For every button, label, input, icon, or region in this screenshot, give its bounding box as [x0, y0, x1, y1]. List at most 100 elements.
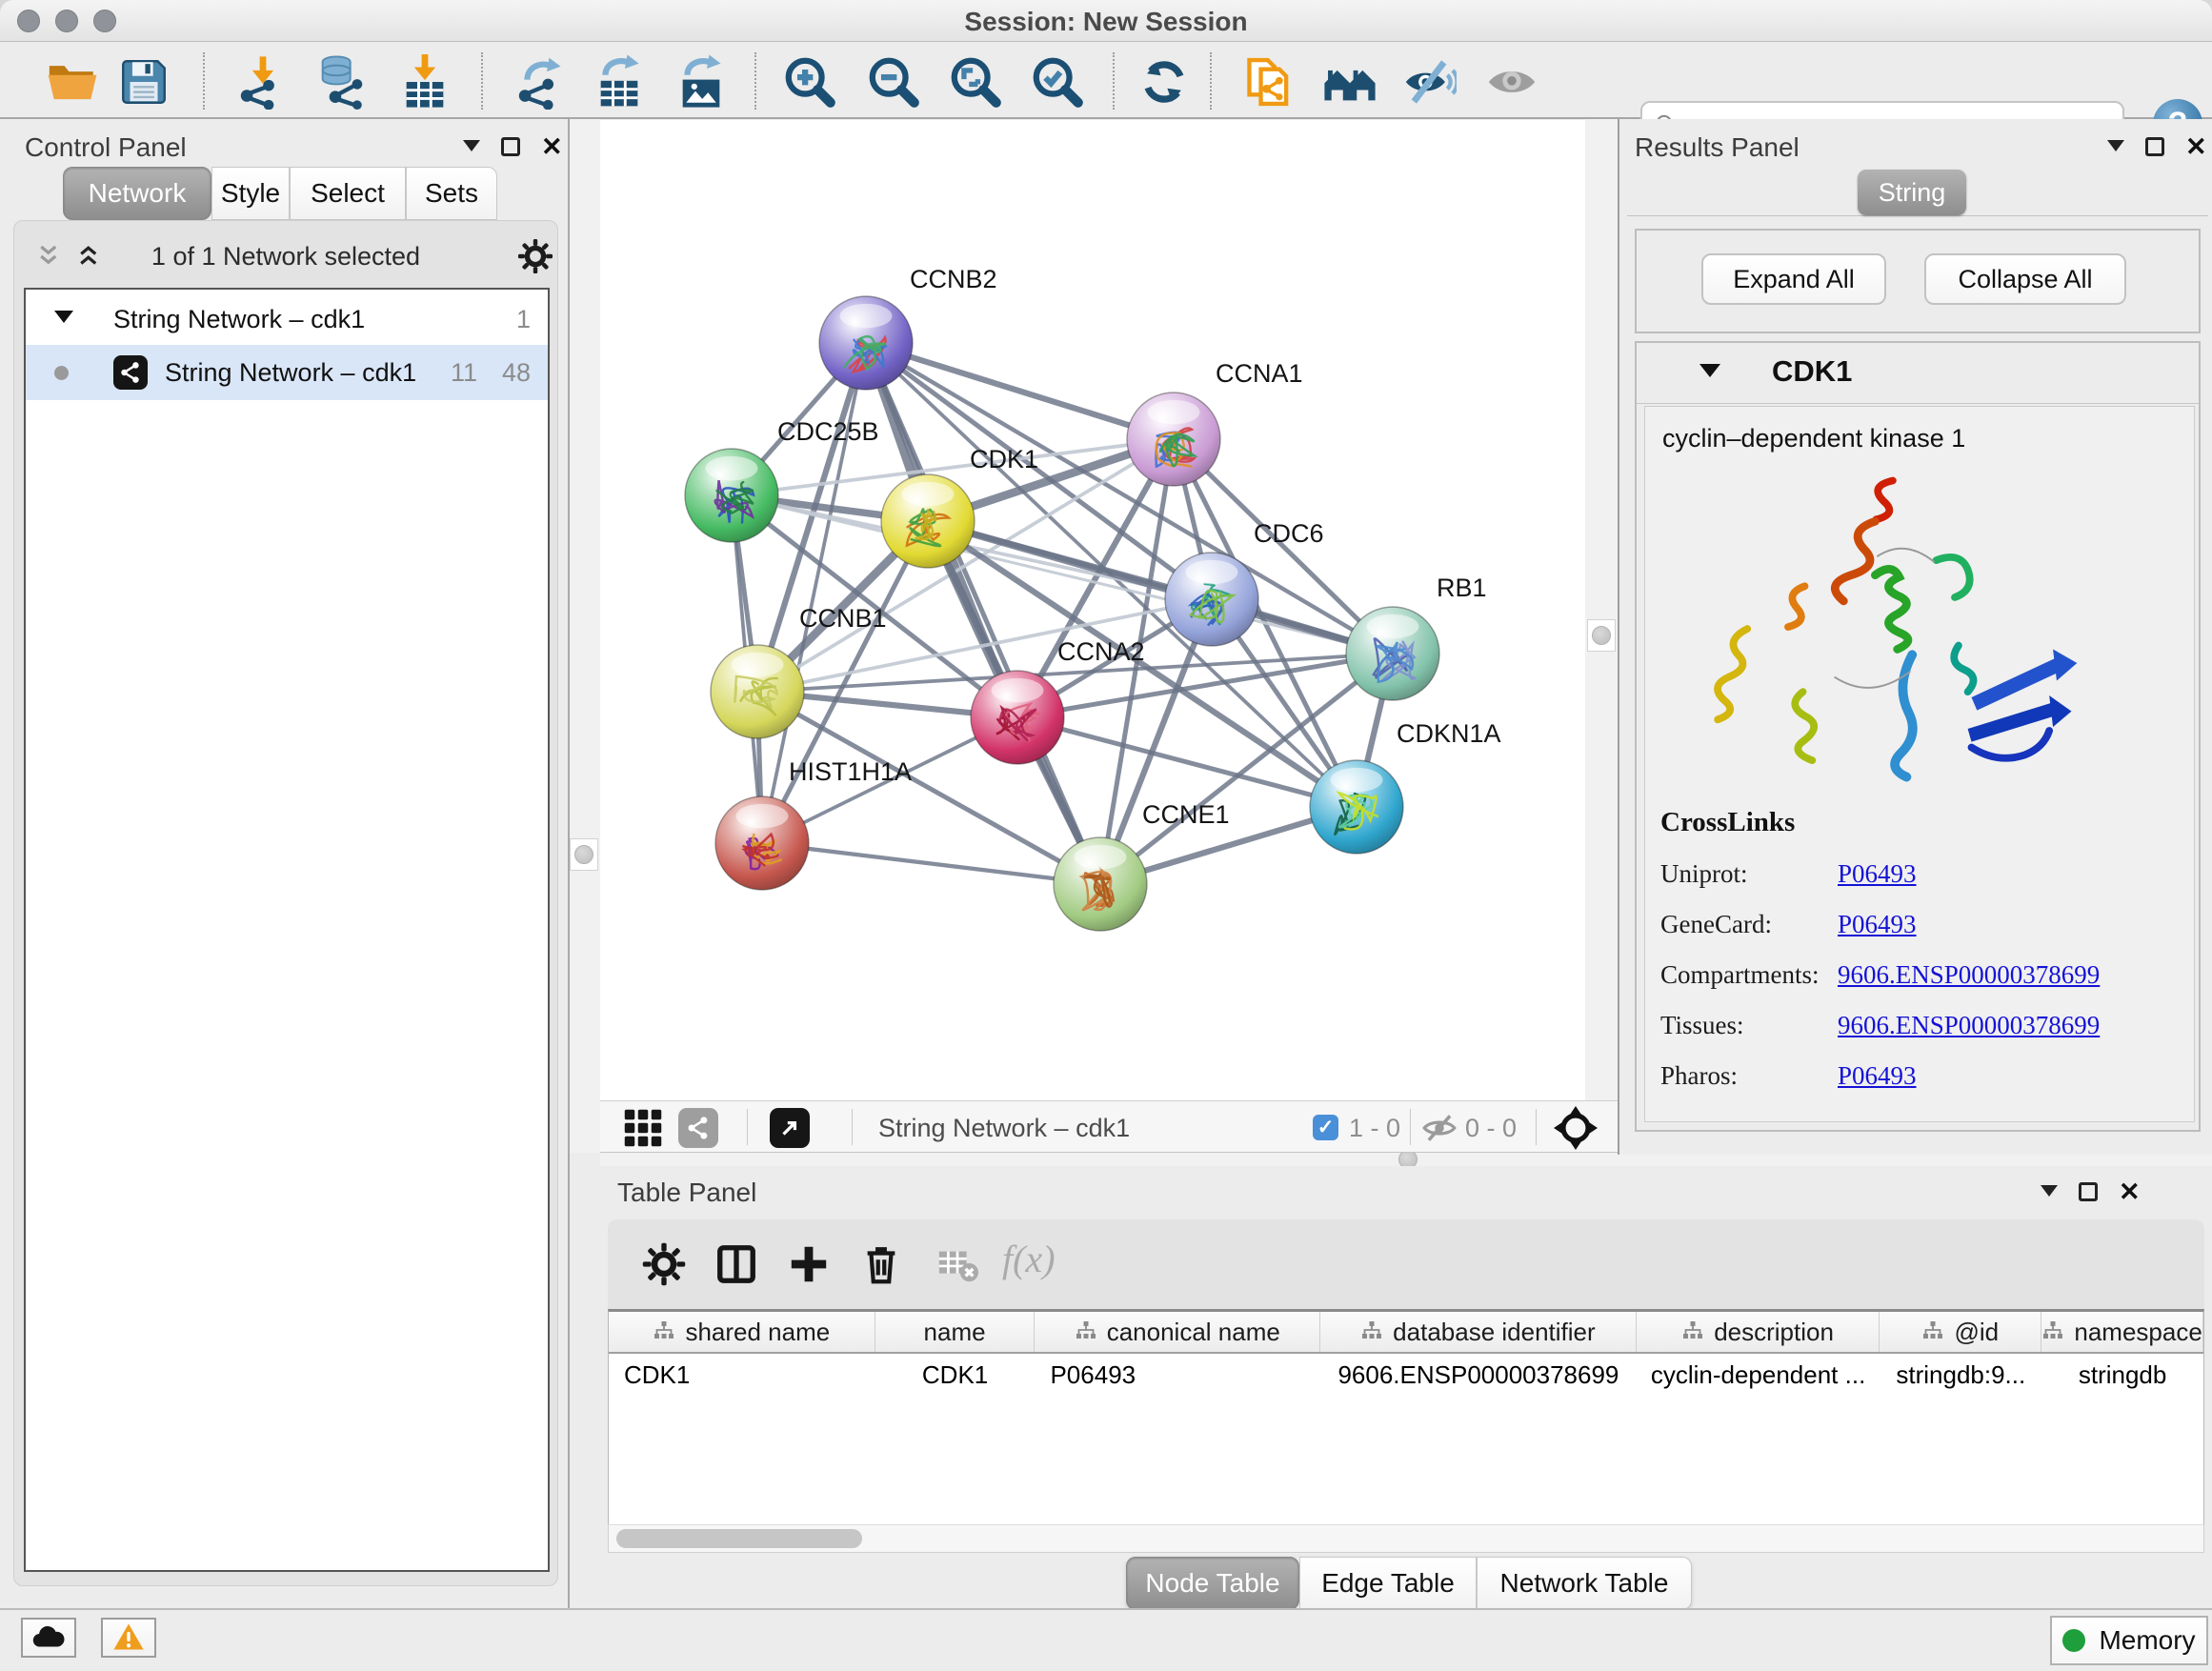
network-edge[interactable]	[762, 843, 1100, 884]
column-type-icon	[2041, 1321, 2064, 1342]
right-splitter[interactable]	[1585, 119, 1618, 1153]
show-columns-icon[interactable]	[714, 1242, 758, 1286]
table-horizontal-scrollbar[interactable]	[608, 1524, 2204, 1553]
scrollbar-thumb[interactable]	[616, 1529, 862, 1548]
network-view-icon[interactable]	[678, 1108, 718, 1148]
export-image-button[interactable]	[674, 54, 729, 110]
export-table-button[interactable]	[592, 54, 647, 110]
crosslink-row: Pharos:P06493	[1660, 1061, 2181, 1091]
import-network-from-file-button[interactable]	[235, 54, 291, 110]
create-network-from-selection-button[interactable]	[1241, 54, 1297, 110]
splitter-handle[interactable]	[570, 838, 598, 871]
table-settings-gear-icon[interactable]	[642, 1242, 686, 1286]
zoom-selected-button[interactable]	[1030, 54, 1085, 110]
left-splitter[interactable]	[570, 119, 600, 1153]
node-table[interactable]: shared name name canonical namedatabase id…	[608, 1309, 2204, 1553]
column-header-shared-name[interactable]: shared name	[609, 1312, 875, 1352]
import-table-from-file-button[interactable]	[397, 54, 452, 110]
detach-view-icon[interactable]	[770, 1108, 810, 1148]
memory-label: Memory	[2099, 1625, 2195, 1656]
column-header-canonical-name[interactable]: canonical name	[1035, 1312, 1320, 1352]
crosslink-value-link[interactable]: 9606.ENSP00000378699	[1838, 1011, 2100, 1040]
network-view-title: String Network – cdk1	[878, 1114, 1130, 1143]
delete-table-icon[interactable]	[935, 1242, 979, 1286]
table-cell[interactable]: P06493	[1035, 1354, 1320, 1396]
warnings-button[interactable]	[101, 1618, 156, 1658]
column-header-database-identifier[interactable]: database identifier	[1320, 1312, 1637, 1352]
network-tree-root-row[interactable]: String Network – cdk1 1	[26, 295, 548, 345]
refresh-button[interactable]	[1136, 54, 1192, 110]
collapse-all-button[interactable]: Collapse All	[1924, 253, 2126, 305]
open-session-button[interactable]	[45, 54, 100, 110]
tab-network-table[interactable]: Network Table	[1477, 1557, 1692, 1610]
column-header-namespace[interactable]: namespace	[2041, 1312, 2203, 1352]
show-all-button[interactable]	[1484, 54, 1539, 110]
crosslink-value-link[interactable]: P06493	[1838, 910, 1917, 939]
panel-close-icon[interactable]: ✕	[2185, 137, 2207, 156]
tab-node-table[interactable]: Node Table	[1126, 1557, 1299, 1610]
table-cell[interactable]: cyclin-dependent ...	[1637, 1354, 1880, 1396]
crosslink-value-link[interactable]: 9606.ENSP00000378699	[1838, 960, 2100, 990]
cloud-status-button[interactable]	[21, 1618, 76, 1658]
zoom-fit-button[interactable]	[948, 54, 1003, 110]
splitter-handle[interactable]	[1587, 619, 1616, 652]
selected-checkbox-icon[interactable]: ✓	[1313, 1115, 1338, 1140]
first-neighbors-button[interactable]	[1322, 54, 1377, 110]
panel-float-icon[interactable]	[501, 137, 520, 156]
column-header--id[interactable]: @id	[1880, 1312, 2041, 1352]
table-row[interactable]: CDK1CDK1P064939606.ENSP00000378699cyclin…	[609, 1354, 2203, 1396]
zoom-in-button[interactable]	[782, 54, 837, 110]
crosslinks-heading: CrossLinks	[1660, 807, 2181, 838]
section-collapse-arrow-icon[interactable]	[1699, 364, 1720, 388]
table-cell[interactable]: CDK1	[875, 1354, 1036, 1396]
grid-view-icon[interactable]	[623, 1108, 663, 1148]
tab-sets[interactable]: Sets	[406, 167, 497, 220]
crosslink-value-link[interactable]: P06493	[1838, 1061, 1917, 1091]
horizontal-splitter[interactable]	[600, 1153, 2212, 1166]
tree-root-count: 1	[516, 305, 531, 334]
table-cell[interactable]: CDK1	[609, 1354, 875, 1396]
node-gloss-highlight	[732, 653, 784, 676]
panel-collapse-icon[interactable]	[2041, 1185, 2058, 1205]
hide-selection-button[interactable]	[1401, 54, 1457, 110]
add-column-icon[interactable]	[787, 1242, 831, 1286]
node-label-ccna1: CCNA1	[1216, 359, 1303, 388]
main-toolbar: ?	[0, 43, 2212, 119]
gear-icon[interactable]	[517, 238, 553, 274]
network-tree-child-row[interactable]: String Network – cdk1 11 48	[26, 345, 548, 400]
panel-close-icon[interactable]: ✕	[541, 137, 563, 156]
save-session-button[interactable]	[116, 54, 171, 110]
zoom-out-button[interactable]	[866, 54, 921, 110]
column-header-label: name	[924, 1318, 986, 1347]
table-cell[interactable]: 9606.ENSP00000378699	[1320, 1354, 1637, 1396]
panel-close-icon[interactable]: ✕	[2119, 1182, 2141, 1201]
tree-expand-arrow-icon[interactable]	[54, 311, 73, 332]
selected-nodes-edges-count: 1 - 0	[1349, 1114, 1400, 1143]
tab-select[interactable]: Select	[290, 167, 406, 220]
memory-button[interactable]: Memory	[2050, 1616, 2208, 1665]
table-cell[interactable]: stringdb	[2041, 1354, 2203, 1396]
birds-eye-view-icon[interactable]	[1553, 1105, 1599, 1151]
column-header-description[interactable]: description	[1637, 1312, 1880, 1352]
network-edge[interactable]	[866, 343, 1174, 439]
expand-all-button[interactable]: Expand All	[1701, 253, 1886, 305]
node-label-ccnb2: CCNB2	[910, 265, 997, 293]
delete-column-icon[interactable]	[859, 1242, 903, 1286]
network-canvas[interactable]: CCNB2CCNA1CDC25BCDK1CDC6RB1CCNB1CCNA2CDK…	[600, 120, 1585, 1100]
tab-edge-table[interactable]: Edge Table	[1299, 1557, 1477, 1610]
function-builder-icon[interactable]: f(x)	[1002, 1237, 1056, 1281]
panel-collapse-icon[interactable]	[463, 140, 480, 160]
import-network-from-database-button[interactable]	[313, 54, 369, 110]
panel-float-icon[interactable]	[2145, 137, 2164, 156]
crosslink-label: Tissues:	[1660, 1011, 1838, 1040]
protein-section-header[interactable]: CDK1	[1637, 343, 2199, 404]
tab-network[interactable]: Network	[63, 167, 211, 220]
panel-float-icon[interactable]	[2079, 1182, 2098, 1201]
export-network-button[interactable]	[513, 54, 569, 110]
tab-string[interactable]: String	[1858, 170, 1966, 215]
crosslink-value-link[interactable]: P06493	[1838, 859, 1917, 889]
table-cell[interactable]: stringdb:9...	[1880, 1354, 2041, 1396]
panel-collapse-icon[interactable]	[2107, 140, 2124, 160]
column-header-name[interactable]: name	[875, 1312, 1036, 1352]
tab-style[interactable]: Style	[211, 167, 290, 220]
